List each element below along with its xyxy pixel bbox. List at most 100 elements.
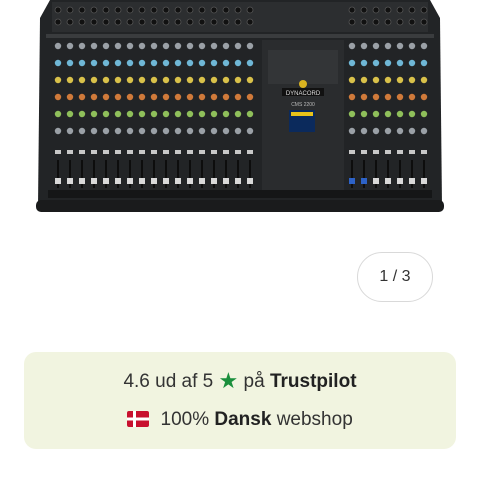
fader-cap <box>409 178 415 184</box>
knob-icon <box>162 42 170 50</box>
knob-icon <box>102 93 110 101</box>
knob-icon <box>102 59 110 67</box>
jack-icon <box>114 6 122 14</box>
knob-icon <box>102 127 110 135</box>
jack-icon <box>150 6 158 14</box>
jack-icon <box>162 18 170 26</box>
knob-icon <box>246 110 254 118</box>
star-icon: ★ <box>218 368 239 393</box>
fader-cap <box>67 178 73 184</box>
knob-icon <box>162 93 170 101</box>
knob-icon <box>186 59 194 67</box>
knob-icon <box>186 42 194 50</box>
knob-icon <box>78 127 86 135</box>
fader-cap <box>175 178 181 184</box>
fader-cap <box>421 178 427 184</box>
channel-button <box>409 150 415 154</box>
jack-icon <box>210 6 218 14</box>
jack-icon <box>126 6 134 14</box>
knob-icon <box>138 76 146 84</box>
knob-icon <box>408 76 416 84</box>
gallery-counter[interactable]: 1 / 3 <box>357 252 433 302</box>
channel-button <box>79 150 85 154</box>
channel-button <box>361 150 367 154</box>
knob-icon <box>78 110 86 118</box>
knob-icon <box>114 59 122 67</box>
knob-icon <box>54 93 62 101</box>
knob-icon <box>222 59 230 67</box>
knob-icon <box>234 76 242 84</box>
jack-icon <box>396 6 404 14</box>
knob-icon <box>66 59 74 67</box>
channel-button <box>187 150 193 154</box>
channel-button <box>373 150 379 154</box>
knob-icon <box>90 59 98 67</box>
knob-icon <box>420 42 428 50</box>
jack-icon <box>186 6 194 14</box>
channel-button <box>175 150 181 154</box>
knob-icon <box>198 110 206 118</box>
channel-button <box>247 150 253 154</box>
knob-icon <box>348 127 356 135</box>
jack-icon <box>66 18 74 26</box>
knob-icon <box>384 110 392 118</box>
knob-icon <box>90 110 98 118</box>
channel-button <box>163 150 169 154</box>
rating-text: 4.6 ud af 5 <box>123 371 214 392</box>
fader-cap <box>199 178 205 184</box>
channel-button <box>103 150 109 154</box>
knob-icon <box>420 127 428 135</box>
knob-icon <box>396 59 404 67</box>
product-image[interactable]: DYNACORD CMS 2200 <box>0 0 480 232</box>
knob-icon <box>126 76 134 84</box>
knob-icon <box>234 93 242 101</box>
knob-icon <box>360 59 368 67</box>
knob-icon <box>78 42 86 50</box>
knob-icon <box>408 110 416 118</box>
knob-icon <box>54 42 62 50</box>
knob-icon <box>186 127 194 135</box>
trust-box <box>24 352 456 449</box>
knob-icon <box>372 93 380 101</box>
jack-icon <box>78 6 86 14</box>
knob-icon <box>114 93 122 101</box>
mixer-eq-panel <box>268 50 338 84</box>
knob-icon <box>396 127 404 135</box>
knob-icon <box>234 110 242 118</box>
jack-icon <box>360 18 368 26</box>
fader-cap <box>127 178 133 184</box>
knob-icon <box>150 127 158 135</box>
knob-icon <box>78 93 86 101</box>
knob-icon <box>348 76 356 84</box>
fader-cap <box>187 178 193 184</box>
knob-icon <box>234 127 242 135</box>
fader-cap <box>385 178 391 184</box>
jack-icon <box>222 18 230 26</box>
knob-icon <box>372 127 380 135</box>
knob-icon <box>126 42 134 50</box>
fader-cap <box>373 178 379 184</box>
knob-icon <box>162 59 170 67</box>
knob-icon <box>198 42 206 50</box>
knob-icon <box>138 59 146 67</box>
channel-button <box>235 150 241 154</box>
knob-icon <box>66 93 74 101</box>
knob-icon <box>90 127 98 135</box>
knob-icon <box>150 93 158 101</box>
knob-icon <box>360 110 368 118</box>
trustpilot-rating: 4.6 ud af 5 ★ på Trustpilot <box>0 368 480 394</box>
knob-icon <box>174 93 182 101</box>
jack-icon <box>210 18 218 26</box>
jack-icon <box>348 18 356 26</box>
knob-icon <box>198 76 206 84</box>
knob-icon <box>408 42 416 50</box>
mixer-brand-text: DYNACORD <box>286 91 321 97</box>
jack-icon <box>222 6 230 14</box>
knob-icon <box>174 59 182 67</box>
jack-icon <box>420 18 428 26</box>
knob-icon <box>210 42 218 50</box>
mixer-jack-panel <box>52 2 428 32</box>
knob-icon <box>246 76 254 84</box>
jack-icon <box>78 18 86 26</box>
knob-icon <box>198 59 206 67</box>
